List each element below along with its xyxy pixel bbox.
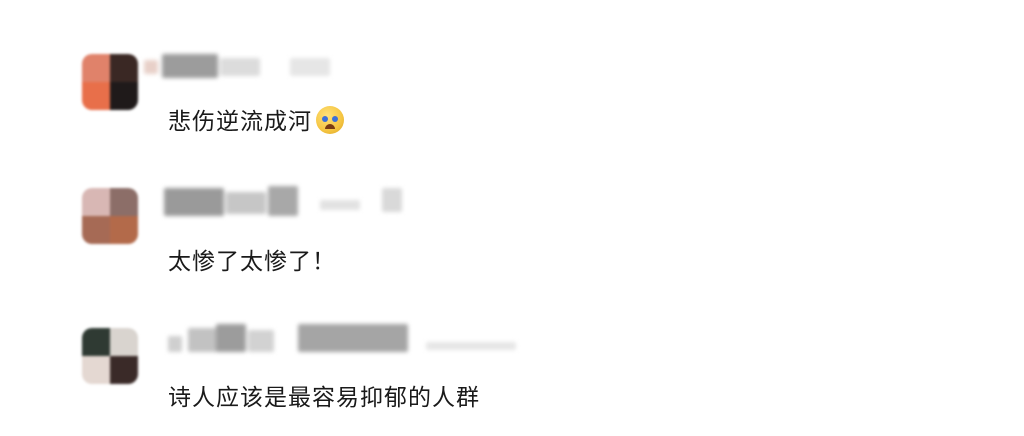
- comment-item: 诗人应该是最容易抑郁的人群: [0, 312, 1024, 432]
- comment-text: 悲伤逆流成河: [168, 102, 344, 136]
- comment-text: 太惨了太惨了！: [168, 242, 336, 276]
- username-redacted[interactable]: [160, 184, 420, 218]
- comment-text: 诗人应该是最容易抑郁的人群: [168, 378, 480, 412]
- avatar[interactable]: [82, 54, 138, 110]
- comment-text-content: 悲伤逆流成河: [168, 109, 312, 135]
- avatar[interactable]: [82, 188, 138, 244]
- comment-item: 悲伤逆流成河: [0, 40, 1024, 160]
- username-redacted[interactable]: [168, 322, 528, 356]
- comment-text-content: 太惨了太惨了！: [168, 249, 336, 275]
- avatar[interactable]: [82, 328, 138, 384]
- loudly-crying-face-icon: [316, 106, 344, 134]
- comment-text-content: 诗人应该是最容易抑郁的人群: [168, 385, 480, 411]
- username-redacted[interactable]: [140, 52, 340, 82]
- comment-item: 太惨了太惨了！: [0, 176, 1024, 296]
